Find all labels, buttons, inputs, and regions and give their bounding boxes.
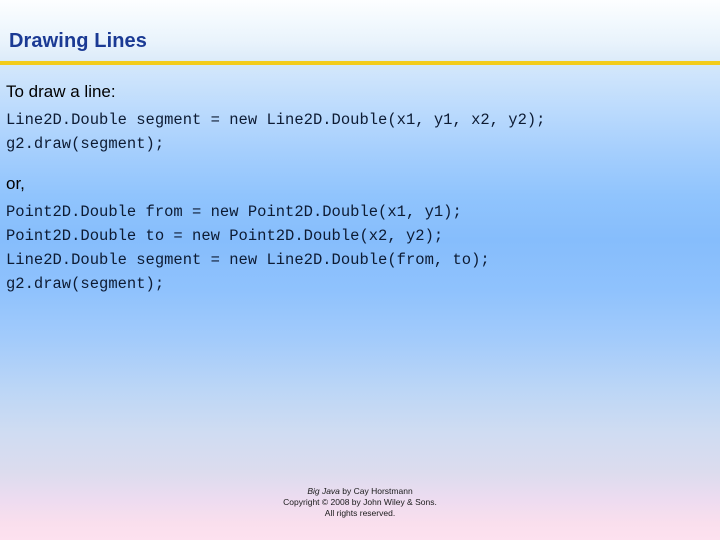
footer-book-title: Big Java: [307, 486, 340, 496]
lead-text-or: or,: [6, 174, 25, 193]
code-line: g2.draw(segment);: [6, 275, 165, 293]
code-block-one-liner: Line2D.Double segment = new Line2D.Doubl…: [0, 102, 720, 156]
title-divider-rule: [0, 61, 720, 65]
code-line: Point2D.Double to = new Point2D.Double(x…: [6, 227, 444, 245]
code-line: Point2D.Double from = new Point2D.Double…: [6, 203, 462, 221]
code-line: Line2D.Double segment = new Line2D.Doubl…: [6, 111, 546, 129]
footer-copyright-line: Copyright © 2008 by John Wiley & Sons.: [283, 497, 437, 507]
slide-canvas: Drawing Lines To draw a line: Line2D.Dou…: [0, 0, 720, 540]
code-line: Line2D.Double segment = new Line2D.Doubl…: [6, 251, 490, 269]
page-title: Drawing Lines: [9, 30, 147, 52]
slide-content: To draw a line: Line2D.Double segment = …: [0, 66, 720, 296]
slide-title-bar: Drawing Lines: [0, 0, 720, 66]
lead-text-to-draw-a-line: To draw a line:: [6, 82, 116, 101]
code-block-point-based: Point2D.Double from = new Point2D.Double…: [0, 194, 720, 296]
footer-author: by Cay Horstmann: [339, 486, 413, 496]
slide-footer: Big Java by Cay Horstmann Copyright © 20…: [0, 486, 720, 519]
footer-rights-line: All rights reserved.: [324, 508, 396, 518]
code-line: g2.draw(segment);: [6, 135, 165, 153]
footer-attribution-line: Big Java by Cay Horstmann: [0, 486, 720, 497]
